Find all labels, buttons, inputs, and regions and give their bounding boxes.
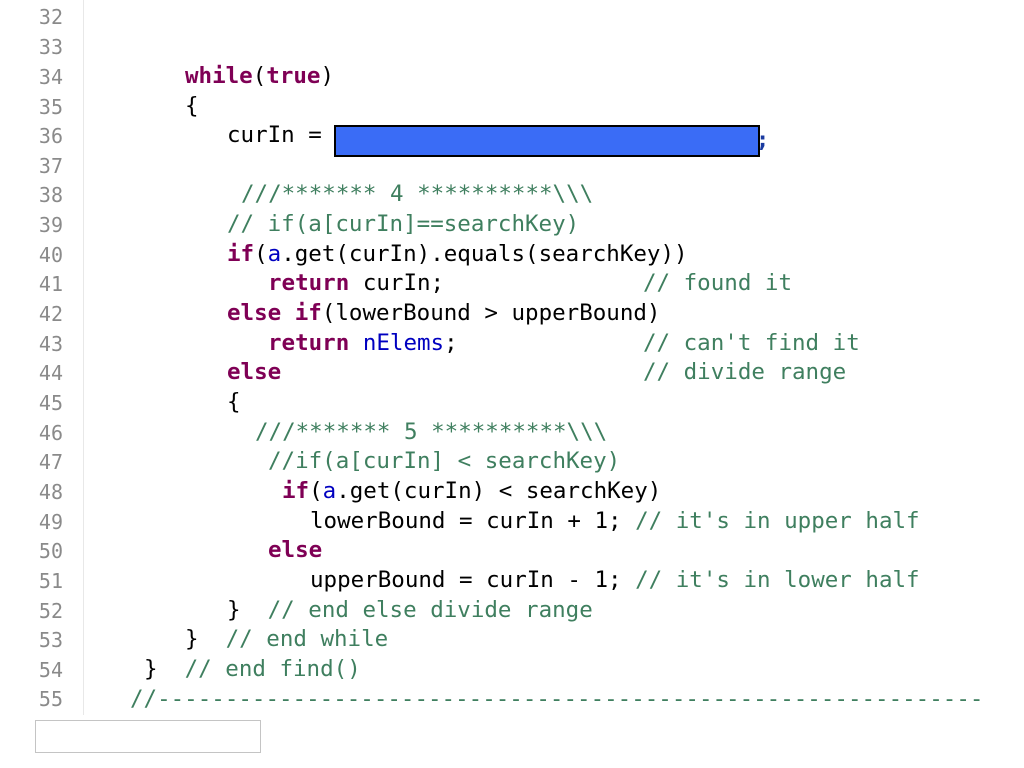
code-line-34: while(true) (185, 61, 334, 91)
comment: // it's in lower half (635, 567, 920, 593)
comment: // divide range (643, 359, 847, 385)
code-line-52: } // end else divide range (227, 595, 593, 625)
comment: ///******* 4 **********\\\ (241, 181, 594, 207)
line-number: 36 (38, 124, 63, 148)
keyword: return (268, 270, 350, 296)
line-number: 55 (38, 687, 63, 711)
code-text: .get(curIn).equals(searchKey)) (281, 241, 688, 267)
comment: // can't find it (643, 330, 860, 356)
field: a (267, 241, 282, 267)
code-line-46: ///******* 5 **********\\\ (255, 417, 607, 447)
line-number: 41 (38, 272, 63, 296)
keyword: if (294, 300, 322, 326)
empty-input-box[interactable] (35, 720, 261, 753)
code-line-43: return nElems; (268, 328, 458, 358)
code-line-42: else if(lowerBound > upperBound) (227, 298, 660, 328)
line-number: 52 (38, 599, 63, 623)
line-number: 40 (38, 243, 63, 267)
code-line-53: } // end while (185, 624, 388, 654)
code-line-50: else (268, 535, 322, 565)
code-line-48: if(a.get(curIn) < searchKey) (282, 476, 661, 506)
code-text: ( (254, 241, 268, 267)
comment: // found it (643, 270, 793, 296)
comment: // end else divide range (267, 597, 593, 623)
line-number: 42 (38, 302, 63, 326)
code-line-45: { (227, 387, 241, 417)
code-text: ) (320, 63, 335, 89)
code-text: .get(curIn) < searchKey) (336, 478, 662, 504)
comment: // end while (225, 626, 389, 652)
code-text: ; (756, 128, 770, 153)
code-editor[interactable]: 32 33 34 35 36 37 38 39 40 41 42 43 44 4… (0, 0, 1024, 715)
line-number: 44 (38, 361, 63, 385)
code-line-51: upperBound = curIn - 1; // it's in lower… (310, 565, 920, 595)
keyword: return (268, 330, 350, 356)
comment: //--------------------------------------… (130, 686, 984, 712)
code-line-36: curIn = (227, 120, 335, 150)
comment: //if(a[curIn] < searchKey) (268, 448, 621, 474)
line-number: 46 (38, 421, 63, 445)
code-line-40: if(a.get(curIn).equals(searchKey)) (227, 239, 688, 269)
line-number: 37 (38, 154, 63, 178)
line-number: 39 (38, 213, 63, 237)
keyword: else (268, 537, 323, 563)
keyword: else (227, 300, 282, 326)
line-number: 35 (38, 95, 63, 119)
line-number: 34 (38, 65, 63, 89)
code-line-38: ///******* 4 **********\\\ (241, 179, 593, 209)
code-text: } (144, 656, 185, 682)
comment: // it's in upper half (635, 508, 920, 534)
code-line-54: } // end find() (144, 654, 361, 684)
comment: // if(a[curIn]==searchKey) (227, 211, 580, 237)
redaction-box (334, 125, 760, 157)
line-number-gutter: 32 33 34 35 36 37 38 39 40 41 42 43 44 4… (0, 0, 84, 715)
line-number: 33 (38, 35, 63, 59)
code-text: { (185, 93, 199, 119)
line-number: 47 (38, 450, 63, 474)
code-text: ; (444, 330, 458, 356)
comment: ///******* 5 **********\\\ (255, 419, 608, 445)
code-line-55: //--------------------------------------… (130, 684, 983, 714)
code-text: { (227, 389, 241, 415)
code-text: ( (309, 478, 323, 504)
comment: // end find() (184, 656, 361, 682)
code-text: } (227, 597, 268, 623)
keyword: if (282, 478, 310, 504)
line-number: 53 (38, 628, 63, 652)
code-line-44: else (227, 357, 281, 387)
line-number: 45 (38, 391, 63, 415)
code-line-35: { (185, 91, 199, 121)
line-number: 54 (38, 658, 63, 682)
keyword: if (227, 241, 255, 267)
keyword: while (185, 63, 253, 89)
keyword: true (266, 63, 321, 89)
line-number: 50 (38, 539, 63, 563)
code-line-41: return curIn; (268, 268, 444, 298)
code-text: lowerBound = curIn + 1; (310, 508, 636, 534)
code-line-49: lowerBound = curIn + 1; // it's in upper… (310, 506, 920, 536)
code-text: (lowerBound > upperBound) (321, 300, 661, 326)
line-number: 51 (38, 569, 63, 593)
code-line-39: // if(a[curIn]==searchKey) (227, 209, 579, 239)
field: nElems (362, 330, 445, 356)
line-number: 43 (38, 332, 63, 356)
code-text: upperBound = curIn - 1; (310, 567, 636, 593)
line-number: 38 (38, 183, 63, 207)
keyword: else (227, 359, 282, 385)
code-text: ( (252, 63, 267, 89)
line-number: 49 (38, 510, 63, 534)
code-text: } (185, 626, 226, 652)
code-text: curIn = (227, 122, 336, 148)
code-text: curIn; (349, 270, 445, 296)
line-number: 48 (38, 480, 63, 504)
line-number: 32 (38, 5, 63, 29)
field: a (322, 478, 337, 504)
code-line-47: //if(a[curIn] < searchKey) (268, 446, 620, 476)
